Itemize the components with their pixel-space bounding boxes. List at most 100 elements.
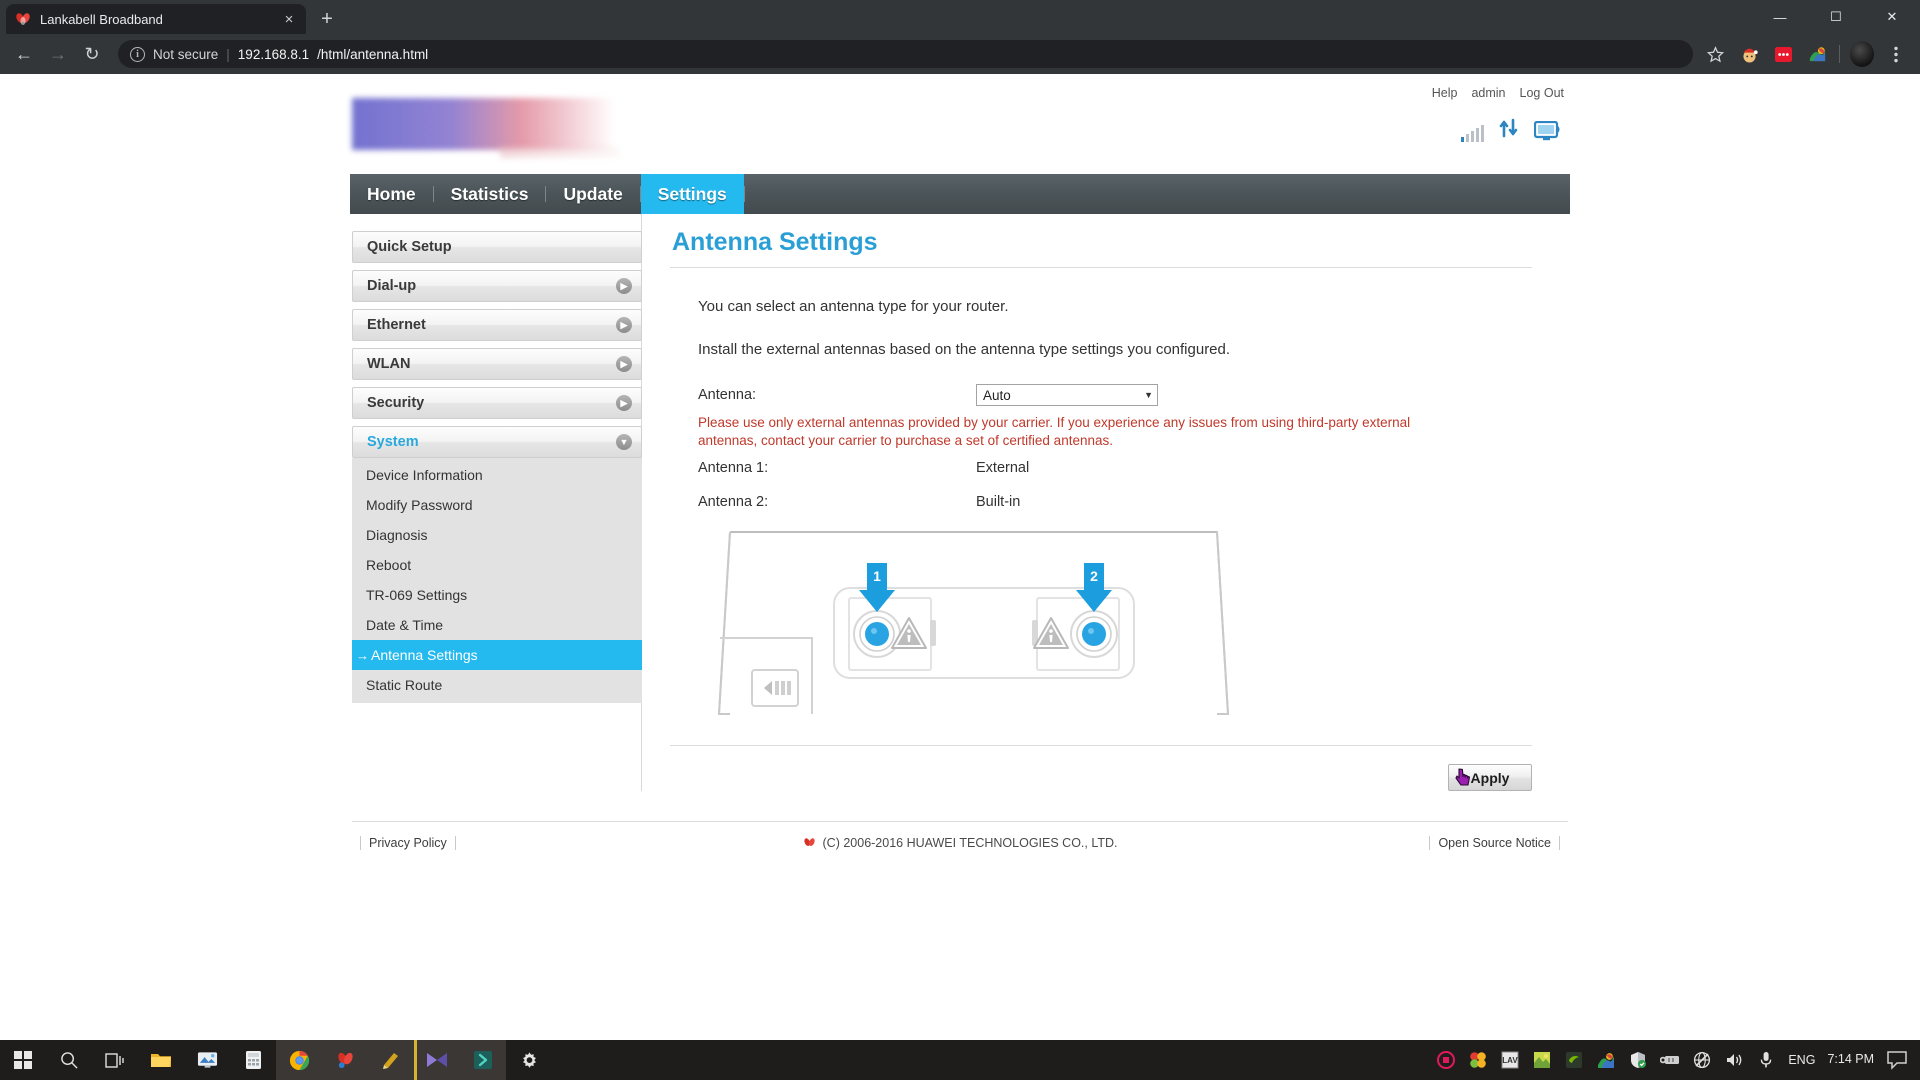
nav-item-statistics[interactable]: Statistics xyxy=(434,174,546,214)
browser-tab[interactable]: Lankabell Broadband × xyxy=(6,4,306,34)
url-path: /html/antenna.html xyxy=(317,47,428,62)
task-view-icon[interactable] xyxy=(92,1040,138,1080)
sidebar-item-diagnosis[interactable]: Diagnosis xyxy=(352,520,642,550)
language-indicator[interactable]: ENG xyxy=(1788,1053,1815,1067)
reload-icon[interactable]: ↻ xyxy=(76,38,108,70)
toolbar-divider xyxy=(1839,45,1840,63)
chrome-icon[interactable] xyxy=(276,1040,322,1080)
new-tab-button[interactable]: + xyxy=(312,5,342,33)
sidebar-item-static-route[interactable]: Static Route xyxy=(352,670,642,700)
network-globe-icon[interactable] xyxy=(1692,1050,1712,1070)
url-host: 192.168.8.1 xyxy=(238,47,309,62)
clock[interactable]: 7:14 PM xyxy=(1827,1053,1874,1067)
svg-text:LAV: LAV xyxy=(1503,1056,1519,1065)
security-shield-icon[interactable] xyxy=(1628,1050,1648,1070)
sidebar-sub-label: Static Route xyxy=(366,677,442,693)
sidebar-label: Dial-up xyxy=(367,278,416,294)
sidebar-sub-label: Reboot xyxy=(366,557,411,573)
sidebar-item-antenna-settings[interactable]: → Antenna Settings xyxy=(352,640,642,670)
forward-icon[interactable]: → xyxy=(42,38,74,70)
microphone-icon[interactable] xyxy=(1756,1050,1776,1070)
nav-item-settings[interactable]: Settings xyxy=(641,174,744,214)
nav-item-update[interactable]: Update xyxy=(546,174,639,214)
help-link[interactable]: Help xyxy=(1432,86,1458,100)
antenna-2-value: Built-in xyxy=(976,494,1020,510)
signal-bars-icon xyxy=(1461,124,1484,142)
page-title: Antenna Settings xyxy=(670,228,1570,257)
extension-colors-icon[interactable] xyxy=(1805,42,1829,66)
notification-center-icon[interactable] xyxy=(1886,1050,1908,1070)
sidebar-item-wlan[interactable]: WLAN ▶ xyxy=(352,348,642,380)
sidebar-item-system[interactable]: System ▼ xyxy=(352,426,642,458)
media-player-icon[interactable] xyxy=(414,1040,460,1080)
sidebar-item-date-and-time[interactable]: Date & Time xyxy=(352,610,642,640)
sidebar-label: WLAN xyxy=(367,356,411,372)
sidebar-sub-label: Diagnosis xyxy=(366,527,427,543)
windows-start-icon[interactable] xyxy=(0,1040,46,1080)
file-explorer-icon[interactable] xyxy=(138,1040,184,1080)
sidebar-item-modify-password[interactable]: Modify Password xyxy=(352,490,642,520)
image-app-icon[interactable] xyxy=(1532,1050,1552,1070)
minimize-button[interactable]: — xyxy=(1752,0,1808,34)
settings-gear-icon[interactable] xyxy=(506,1040,552,1080)
nav-item-home[interactable]: Home xyxy=(350,174,433,214)
editor-icon[interactable] xyxy=(368,1040,414,1080)
terminal-icon[interactable] xyxy=(460,1040,506,1080)
search-icon[interactable] xyxy=(46,1040,92,1080)
sidebar-item-ethernet[interactable]: Ethernet ▶ xyxy=(352,309,642,341)
antenna-2-label: Antenna 2: xyxy=(698,494,976,510)
sidebar: Quick Setup Dial-up ▶ Ethernet ▶ WLAN ▶ xyxy=(350,214,642,791)
maximize-button[interactable]: ☐ xyxy=(1808,0,1864,34)
status-icons xyxy=(1461,118,1564,142)
close-icon[interactable]: × xyxy=(280,10,298,28)
nvidia-icon[interactable] xyxy=(1564,1050,1584,1070)
volume-icon[interactable] xyxy=(1724,1050,1744,1070)
sidebar-label: Ethernet xyxy=(367,317,426,333)
extension-santa-icon[interactable] xyxy=(1737,42,1761,66)
photos-icon[interactable] xyxy=(184,1040,230,1080)
router-body: Quick Setup Dial-up ▶ Ethernet ▶ WLAN ▶ xyxy=(350,214,1570,791)
sidebar-item-security[interactable]: Security ▶ xyxy=(352,387,642,419)
apply-button[interactable]: Apply xyxy=(1448,764,1532,791)
router-admin-page: Help admin Log Out xyxy=(350,74,1570,871)
extension-red-dots-icon[interactable] xyxy=(1771,42,1795,66)
sidebar-item-tr-069-settings[interactable]: TR-069 Settings xyxy=(352,580,642,610)
hardware-icon[interactable] xyxy=(1660,1050,1680,1070)
chrome-menu-icon[interactable] xyxy=(1884,42,1908,66)
settings-form: You can select an antenna type for your … xyxy=(670,268,1570,791)
page-viewport: Help admin Log Out xyxy=(0,74,1920,1040)
antenna-select[interactable]: Auto ▼ xyxy=(976,384,1158,406)
calculator-icon[interactable] xyxy=(230,1040,276,1080)
lav-filters-icon[interactable]: LAV xyxy=(1500,1050,1520,1070)
sidebar-sub-label: Device Information xyxy=(366,467,483,483)
colors-icon[interactable] xyxy=(1468,1050,1488,1070)
antenna-warning-text: Please use only external antennas provid… xyxy=(698,414,1440,450)
nav-divider xyxy=(744,186,745,202)
window-close-button[interactable]: ✕ xyxy=(1864,0,1920,34)
sidebar-item-quick-setup[interactable]: Quick Setup xyxy=(352,231,642,263)
sidebar-item-dial-up[interactable]: Dial-up ▶ xyxy=(352,270,642,302)
color-wheel-icon[interactable] xyxy=(1596,1050,1616,1070)
huawei-icon[interactable] xyxy=(322,1040,368,1080)
open-source-notice-link[interactable]: Open Source Notice xyxy=(1429,836,1560,850)
system-submenu: Device Information Modify Password Diagn… xyxy=(352,458,642,703)
privacy-policy-link[interactable]: Privacy Policy xyxy=(360,836,456,850)
record-icon[interactable] xyxy=(1436,1050,1456,1070)
info-circle-icon[interactable]: i xyxy=(130,47,145,62)
logout-link[interactable]: Log Out xyxy=(1520,86,1564,100)
mouse-cursor-icon xyxy=(1455,767,1473,787)
svg-text:1: 1 xyxy=(873,568,881,584)
security-status: Not secure xyxy=(153,47,218,62)
chevron-right-icon: ▶ xyxy=(616,278,632,294)
antenna-type-row: Antenna: Auto ▼ xyxy=(698,384,1570,406)
huawei-flower-icon xyxy=(803,836,817,850)
window-controls: — ☐ ✕ xyxy=(1752,0,1920,34)
address-bar[interactable]: i Not secure | 192.168.8.1/html/antenna.… xyxy=(118,40,1693,68)
sidebar-label: System xyxy=(367,434,419,450)
sidebar-item-device-information[interactable]: Device Information xyxy=(352,460,642,490)
user-label[interactable]: admin xyxy=(1471,86,1505,100)
sidebar-item-reboot[interactable]: Reboot xyxy=(352,550,642,580)
profile-avatar[interactable] xyxy=(1850,42,1874,66)
back-icon[interactable]: ← xyxy=(8,38,40,70)
bookmark-star-icon[interactable] xyxy=(1703,42,1727,66)
